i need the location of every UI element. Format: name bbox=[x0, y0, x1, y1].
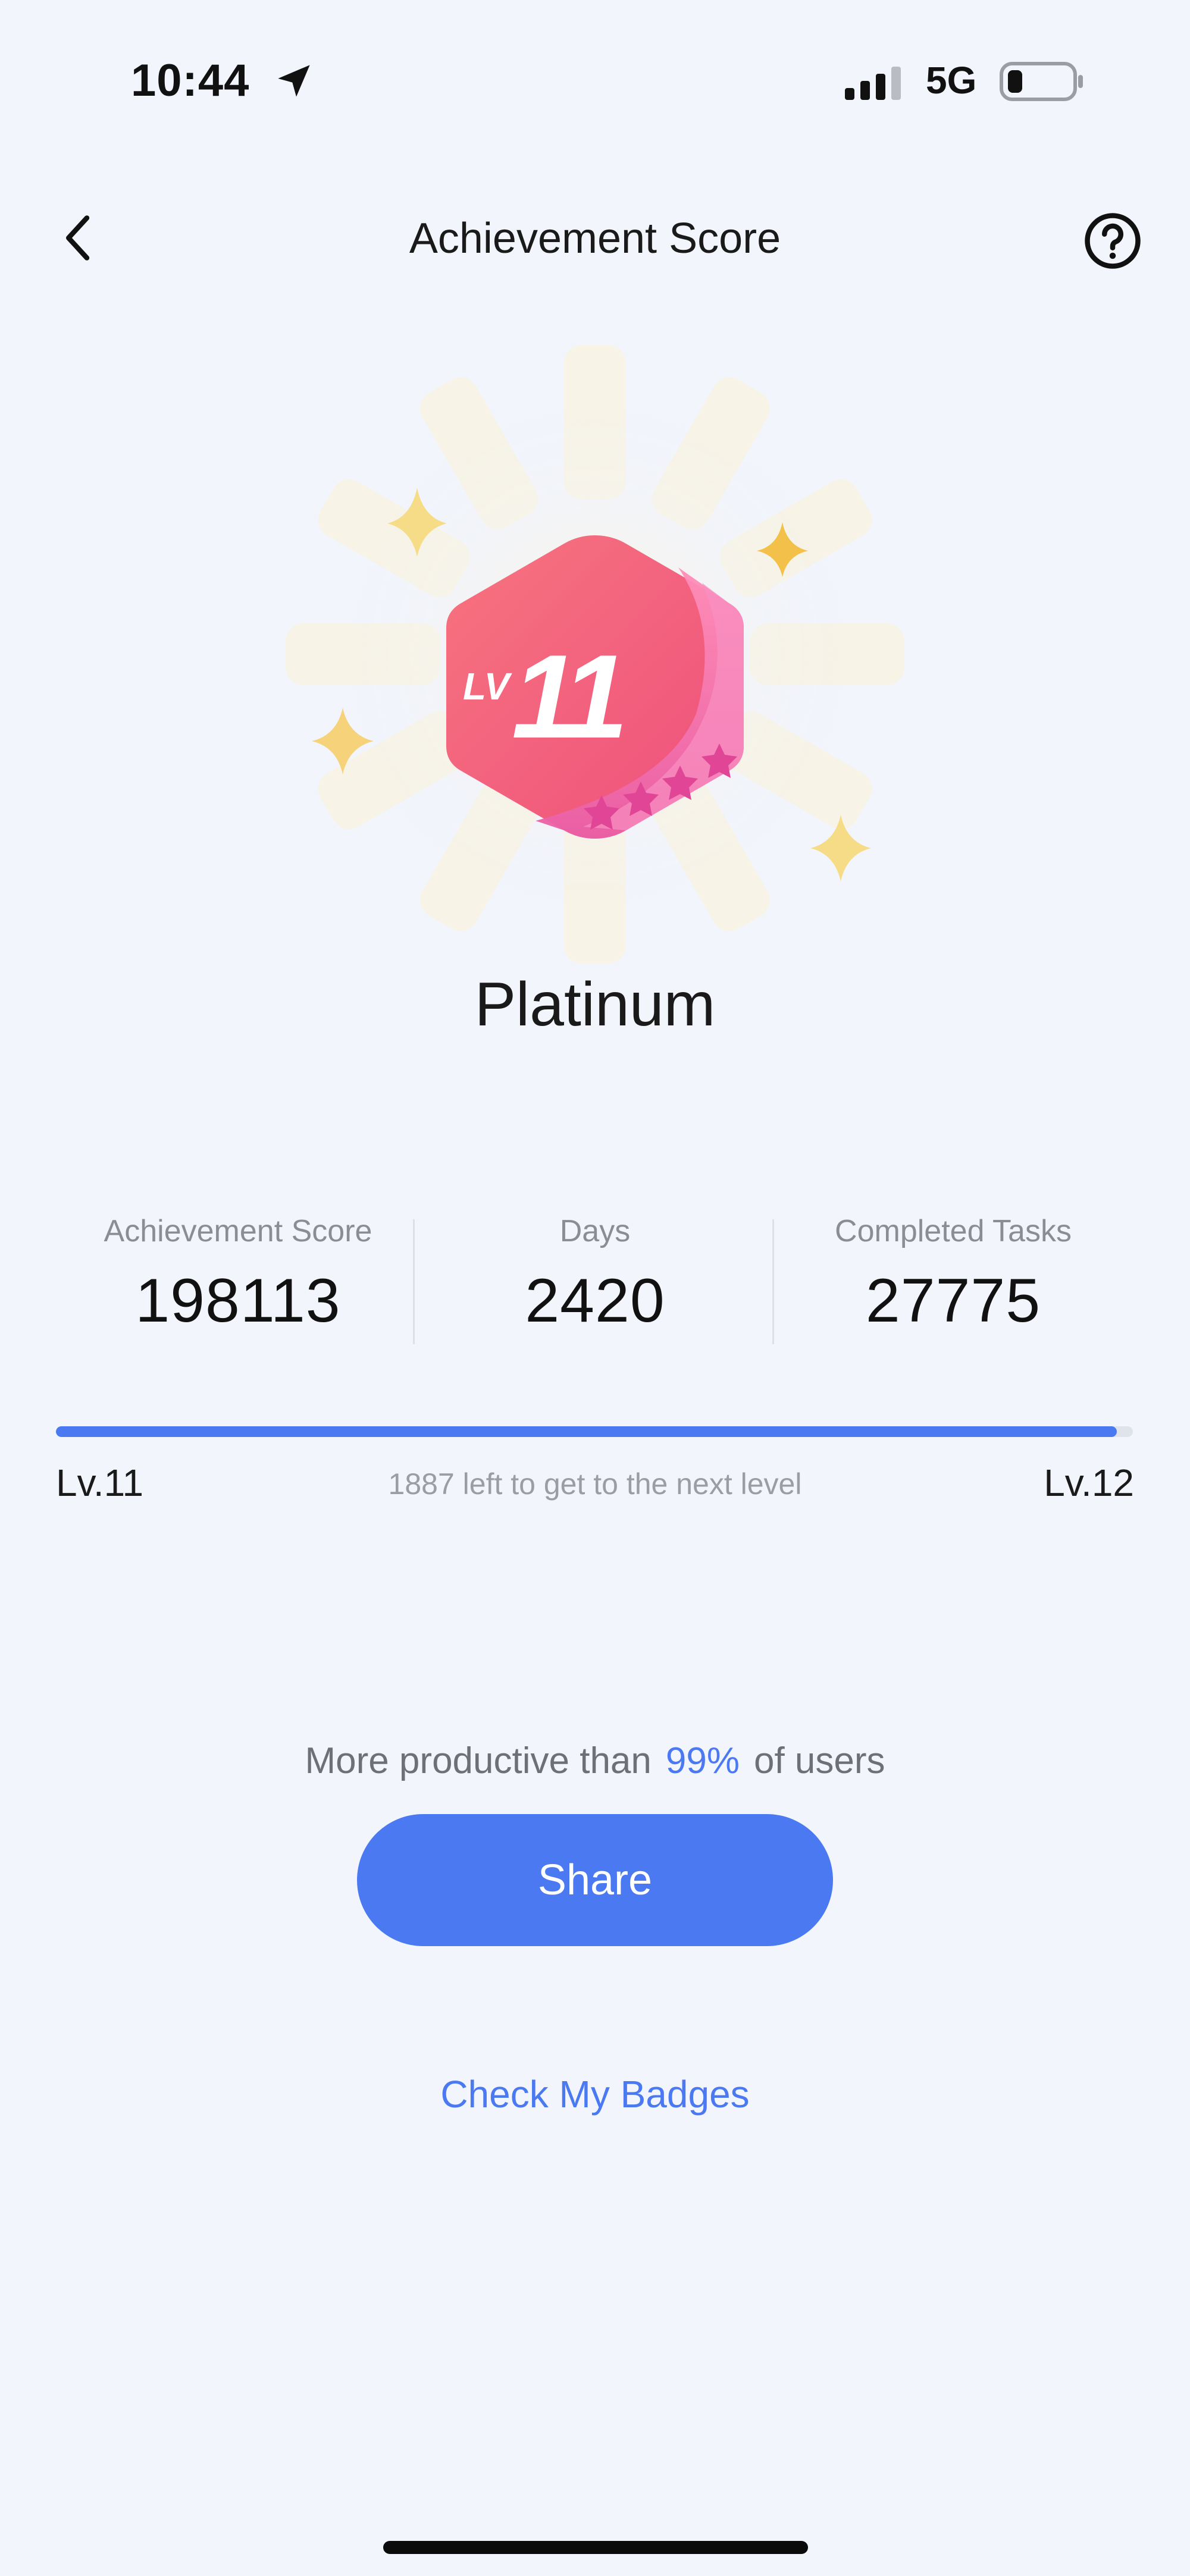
stat-value: 2420 bbox=[525, 1266, 665, 1335]
stat-divider bbox=[413, 1219, 415, 1344]
stat-days: Days 2420 bbox=[416, 1213, 774, 1336]
level-progress-fill bbox=[56, 1426, 1117, 1437]
points-remaining-text: 1887 left to get to the next level bbox=[388, 1467, 802, 1501]
productivity-percent: 99% bbox=[665, 1740, 740, 1781]
stat-label: Achievement Score bbox=[104, 1214, 372, 1248]
level-progress-bar bbox=[56, 1426, 1133, 1437]
share-button[interactable]: Share bbox=[357, 1814, 833, 1946]
svg-text:11: 11 bbox=[512, 630, 622, 763]
productivity-suffix: of users bbox=[753, 1740, 885, 1781]
check-badges-link[interactable]: Check My Badges bbox=[0, 2072, 1190, 2116]
page-title: Achievement Score bbox=[409, 215, 781, 262]
svg-text:LV: LV bbox=[463, 665, 513, 708]
location-arrow-icon bbox=[278, 65, 310, 97]
stat-divider bbox=[772, 1219, 774, 1344]
stat-label: Days bbox=[559, 1214, 631, 1248]
battery-icon bbox=[1000, 62, 1083, 101]
productivity-prefix: More productive than bbox=[305, 1740, 652, 1781]
help-circle-icon[interactable] bbox=[1083, 211, 1142, 271]
productivity-text: More productive than 99% of users bbox=[0, 1740, 1190, 1782]
signal-icon bbox=[845, 67, 901, 100]
stat-label: Completed Tasks bbox=[835, 1214, 1072, 1248]
tier-title: Platinum bbox=[474, 970, 716, 1039]
home-indicator[interactable] bbox=[383, 2541, 808, 2554]
level-badge: LV 11 bbox=[286, 345, 904, 964]
next-level-label: Lv.12 bbox=[1044, 1461, 1134, 1504]
stat-value: 198113 bbox=[135, 1266, 341, 1335]
status-time: 10:44 bbox=[131, 55, 250, 106]
network-label: 5G bbox=[926, 59, 977, 102]
stat-value: 27775 bbox=[865, 1266, 1041, 1335]
stat-completed-tasks: Completed Tasks 27775 bbox=[775, 1213, 1132, 1336]
stat-achievement-score: Achievement Score 198113 bbox=[60, 1213, 416, 1336]
sparkle-icon bbox=[810, 815, 871, 881]
